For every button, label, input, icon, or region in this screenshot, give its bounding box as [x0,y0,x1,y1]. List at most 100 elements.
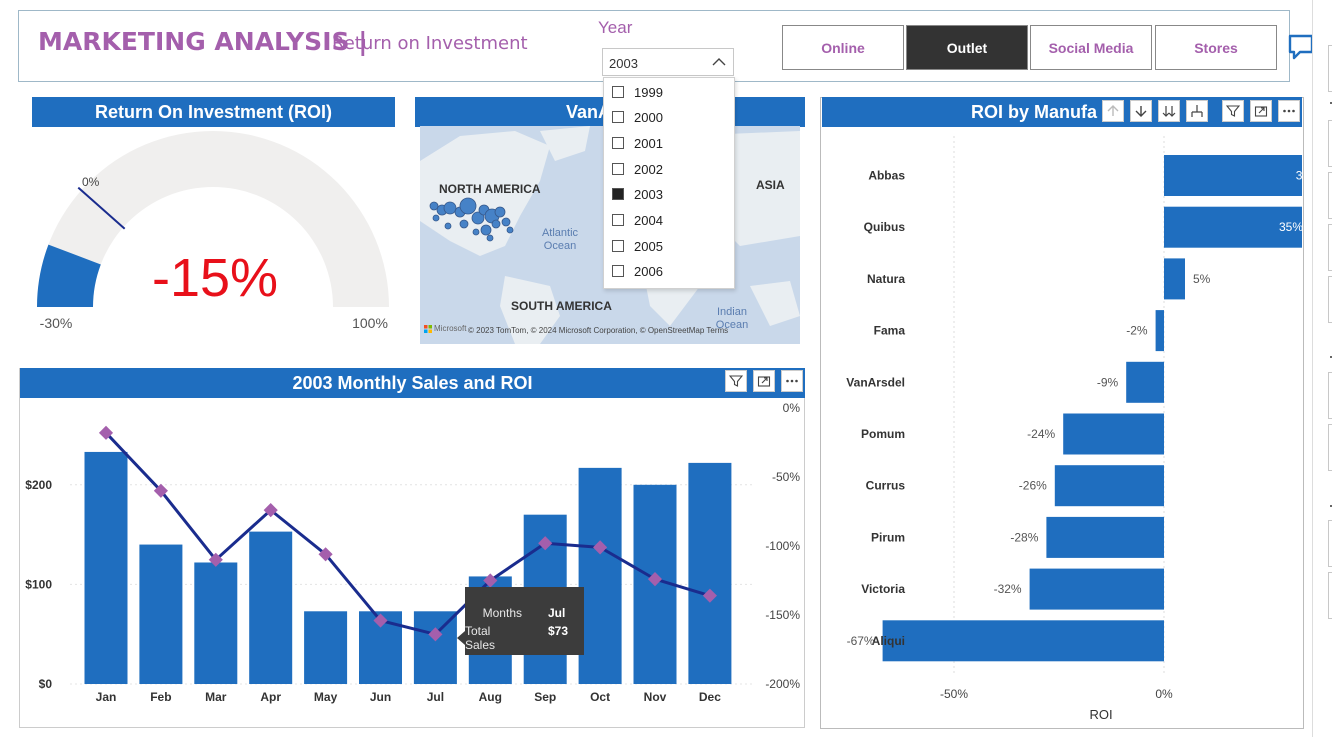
x-tick-label: May [314,690,338,704]
data-label: 39% [1296,169,1302,183]
year-option-1999[interactable]: 1999 [612,81,663,103]
bar [1054,465,1164,507]
focus-mode-icon[interactable] [1250,100,1272,122]
bar [1046,516,1164,558]
category-label: VanArsdel [846,375,905,389]
filter-card[interactable] [1328,520,1332,567]
year-selected-value: 2003 [609,56,638,71]
tooltip-value: $73 [548,624,569,638]
bar [578,467,622,684]
y-left-tick-label: $200 [25,478,52,492]
data-label: -24% [1027,427,1055,441]
data-label: -2% [1126,324,1148,338]
x-tick-label: Mar [205,690,227,704]
year-option-2001[interactable]: 2001 [612,132,663,154]
filter-card[interactable] [1328,172,1332,219]
year-option-label: 2004 [634,212,663,228]
checkbox[interactable] [612,163,624,175]
bar [688,462,732,684]
map-label-south-america: SOUTH AMERICA [511,299,612,313]
monthly-title: 2003 Monthly Sales and ROI [292,373,533,393]
data-label: 5% [1193,272,1211,286]
category-label: Pomum [861,427,905,441]
filter-card[interactable] [1328,372,1332,419]
year-slicer-dropdown[interactable]: 2003 [602,48,734,76]
roi-manufacturer-title: ROI by Manufa [971,102,1098,122]
checkbox-checked[interactable] [612,188,624,200]
checkbox[interactable] [612,137,624,149]
monthly-header: 2003 Monthly Sales and ROI [20,368,805,398]
category-label: Natura [867,272,905,286]
checkbox[interactable] [612,265,624,277]
year-option-label: 1999 [634,84,663,100]
year-option-2006[interactable]: 2006 [612,260,663,282]
year-option-2005[interactable]: 2005 [612,235,663,257]
year-option-2000[interactable]: 2000 [612,106,663,128]
category-label: Aliqui [872,634,905,648]
filter-card[interactable] [1328,424,1332,471]
bar [139,544,183,684]
data-label: 35% [1279,220,1302,234]
year-option-label: 2001 [634,135,663,151]
data-label: -28% [1010,530,1038,544]
tooltip-key: Months [482,606,522,620]
filter-card[interactable] [1328,120,1332,167]
gauge-value: -15% [152,248,278,308]
year-option-2004[interactable]: 2004 [612,209,663,231]
bar [413,611,457,684]
y-right-tick-label: -100% [765,539,800,553]
bar [1126,361,1164,403]
roi-gauge[interactable]: 0% -15% -30% 100% [20,130,410,345]
bar [1164,258,1185,300]
x-tick-label: Jan [96,690,117,704]
filter-card[interactable] [1328,224,1332,271]
channel-button-outlet[interactable]: Outlet [906,25,1028,70]
filter-card[interactable] [1328,276,1332,323]
microsoft-logo-text: Microsoft [434,324,467,333]
filters-pane-edge[interactable] [1312,0,1332,737]
drill-down-icon[interactable] [1130,100,1152,122]
more-options-icon[interactable] [1278,100,1300,122]
checkbox[interactable] [612,111,624,123]
expand-next-level-icon[interactable] [1158,100,1180,122]
bar [882,620,1164,662]
year-option-label: 2006 [634,263,663,279]
map-attribution[interactable]: © 2023 TomTom, © 2024 Microsoft Corporat… [468,326,728,335]
checkbox[interactable] [612,86,624,98]
year-option-2003[interactable]: 2003 [612,183,663,205]
y-left-tick-label: $100 [25,577,52,591]
checkbox[interactable] [612,214,624,226]
year-option-2002[interactable]: 2002 [612,158,663,180]
y-right-tick-label: -150% [765,608,800,622]
gauge-title: Return On Investment (ROI) [32,97,395,127]
data-label: -67% [847,634,875,648]
gauge-max-label: 100% [352,315,388,331]
x-tick-label: Sep [534,690,556,704]
tooltip-pointer [457,631,465,645]
roi-manufacturer-chart: Abbas 39% Quibus 35% Natura 5% Fama -2% VanArsde… [846,136,1302,722]
filter-icon[interactable] [725,370,747,392]
chart-tooltip: Months Jul Total Sales $73 [457,587,584,655]
map-label-north-america: NORTH AMERICA [439,182,541,196]
focus-mode-icon[interactable] [753,370,775,392]
year-option-label: 2005 [634,238,663,254]
drill-up-icon[interactable] [1102,100,1124,122]
page-subtitle: Return on Investment [332,33,528,54]
bar [1029,568,1164,610]
channel-button-stores[interactable]: Stores [1155,25,1277,70]
x-tick-label: Apr [260,690,281,704]
checkbox[interactable] [612,240,624,252]
x-tick-label: Dec [699,690,721,704]
category-label: Pirum [871,530,905,544]
bar [1155,310,1164,352]
channel-button-social-media[interactable]: Social Media [1030,25,1152,70]
y-left-tick-label: $0 [39,677,53,691]
filter-card[interactable] [1328,45,1332,92]
comment-icon[interactable] [1287,33,1315,66]
filter-card[interactable] [1328,572,1332,619]
expand-hierarchy-icon[interactable] [1186,100,1208,122]
bar [1063,413,1164,455]
filter-icon[interactable] [1222,100,1244,122]
channel-button-online[interactable]: Online [782,25,904,70]
more-options-icon[interactable] [781,370,803,392]
